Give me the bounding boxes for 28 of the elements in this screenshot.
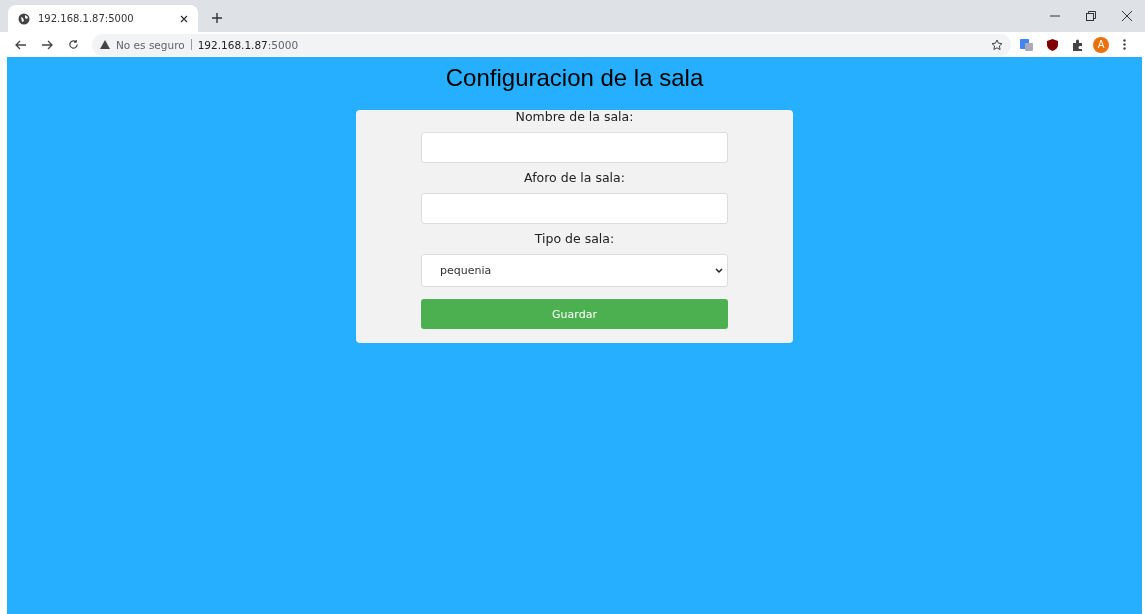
field-label: Aforo de la sala: (524, 171, 625, 185)
address-bar[interactable]: No es seguro 192.168.1.87:5000 (92, 33, 1011, 56)
more-vertical-icon (1122, 39, 1126, 50)
warning-icon (100, 40, 110, 49)
chevron-down-icon (715, 267, 723, 274)
tab-title: 192.168.1.87:5000 (38, 13, 135, 24)
puzzle-icon (1072, 38, 1084, 51)
star-icon[interactable] (991, 38, 1003, 51)
page-title: Configuracion de la sala (445, 64, 704, 92)
field-label: Tipo de sala: (534, 232, 615, 246)
plus-icon (212, 13, 222, 23)
browser-tab[interactable]: 192.168.1.87:5000 (8, 5, 198, 32)
close-icon[interactable] (180, 14, 188, 23)
url-text: 192.168.1.87:5000 (197, 38, 299, 51)
input-field[interactable] (421, 193, 728, 224)
close-icon (1122, 11, 1132, 21)
translate-icon (1019, 38, 1033, 51)
globe-icon (18, 12, 30, 25)
shield-icon (1046, 38, 1058, 51)
restore-icon (1086, 11, 1096, 21)
reload-icon (67, 39, 79, 50)
arrow-left-icon (15, 39, 27, 50)
field-label: Nombre de la sala: (515, 110, 634, 124)
select-field[interactable]: pequenia (421, 254, 728, 287)
input-field[interactable] (421, 132, 728, 163)
arrow-right-icon (41, 39, 53, 50)
minimize-icon (1050, 15, 1060, 17)
security-label: No es seguro (116, 38, 185, 51)
